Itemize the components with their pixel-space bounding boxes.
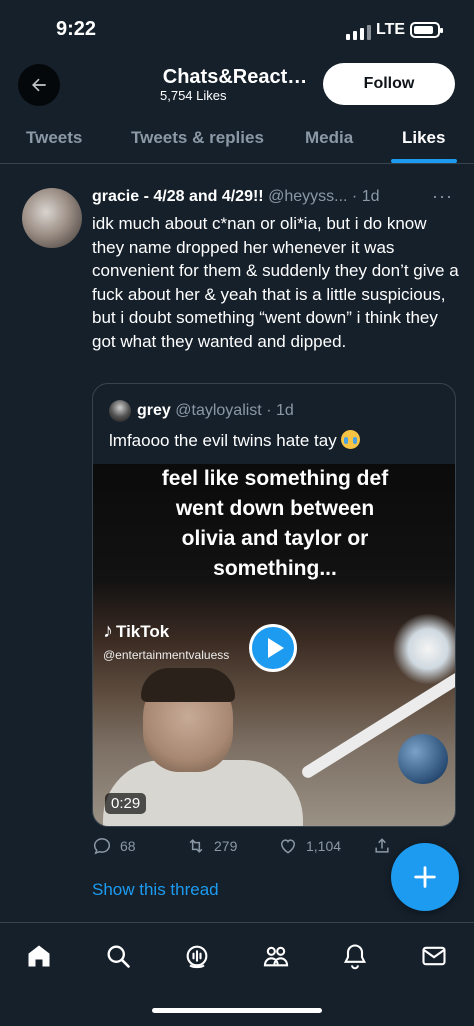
share-icon [375,838,389,853]
back-button[interactable] [18,64,60,106]
tiktok-note-icon: ♪ [103,620,113,642]
quoted-tweet[interactable]: grey @tayloyalist · 1d lmfaooo the evil … [92,383,456,827]
tweet-text: idk much about c*nan or oli*ia, but i do… [92,214,459,351]
profile-title: Chats&React… [162,66,308,88]
tab-tweets[interactable]: Tweets [26,128,82,148]
signal-icon [346,25,371,40]
battery-icon [410,22,443,38]
tiktok-watermark: ♪ TikTok [103,620,169,643]
reply-icon [93,838,111,855]
quote-header: grey @tayloyalist · 1d [137,402,294,420]
nav-spaces[interactable] [182,941,212,971]
avatar[interactable] [22,188,82,248]
home-indicator [152,1008,322,1013]
caption-line: olivia and taylor or [181,527,369,550]
tweet-actions: 68 279 1,104 [92,836,412,860]
tiktok-label: TikTok [116,622,170,641]
retweet-icon [189,839,203,853]
globe-prop [398,734,448,784]
lamp-light [393,614,455,684]
caption-line: went down between [175,497,375,520]
tab-media[interactable]: Media [305,128,353,148]
arrow-left-icon [32,78,46,92]
status-bar: 9:22 LTE [0,0,474,60]
home-icon [28,945,50,967]
profile-tabs: Tweets Tweets & replies Media Likes [0,112,474,164]
compose-tweet-button[interactable] [391,843,459,911]
video-duration: 0:29 [105,793,147,814]
communities-icon [263,946,289,967]
quote-avatar [109,400,131,422]
tab-tweets-replies[interactable]: Tweets & replies [131,128,264,148]
author-handle-time: @heyyss... · 1d [268,188,380,205]
like-button[interactable]: 1,104 [278,836,341,856]
reply-count: 68 [120,838,136,854]
reply-button[interactable]: 68 [92,836,136,856]
video-caption: feel like something def went down betwee… [93,464,455,584]
caption-line: something... [213,557,337,580]
quote-author-name: grey [137,402,171,419]
retweet-count: 279 [214,838,238,854]
nav-messages[interactable] [419,941,449,971]
spaces-icon [186,945,208,969]
plus-icon [414,866,436,888]
heart-icon [280,839,296,854]
quote-handle-time: @tayloyalist · 1d [175,402,294,419]
crying-face-icon [341,430,361,449]
retweet-button[interactable]: 279 [186,836,237,856]
show-thread-link[interactable]: Show this thread [92,880,219,900]
likes-count: 5,754 Likes [160,88,227,103]
nav-notifications[interactable] [340,941,370,971]
messages-icon [422,946,446,966]
nav-search[interactable] [103,941,133,971]
tiktok-username: @entertainmentvaluess [103,648,230,662]
nav-communities[interactable] [261,941,291,971]
notifications-icon [343,944,367,970]
follow-button[interactable]: Follow [323,63,455,105]
more-options-icon[interactable]: ··· [432,186,453,207]
play-button[interactable] [249,624,297,672]
active-tab-indicator [391,159,457,163]
search-icon [107,945,130,968]
quote-text: lmfaooo the evil twins hate tay [109,431,337,450]
tweet-header: gracie - 4/28 and 4/29!! @heyyss... · 1d [92,188,379,206]
author-name[interactable]: gracie - 4/28 and 4/29!! [92,188,264,205]
status-time: 9:22 [56,18,97,40]
caption-line: feel like something def [161,467,389,490]
nav-home[interactable] [24,941,54,971]
like-count: 1,104 [306,838,342,854]
video-player[interactable]: feel like something def went down betwee… [93,464,455,826]
share-button[interactable] [372,836,392,856]
quote-text-line: lmfaooo the evil twins hate tay [109,430,361,451]
network-label: LTE [376,21,406,38]
tab-likes[interactable]: Likes [402,128,445,148]
